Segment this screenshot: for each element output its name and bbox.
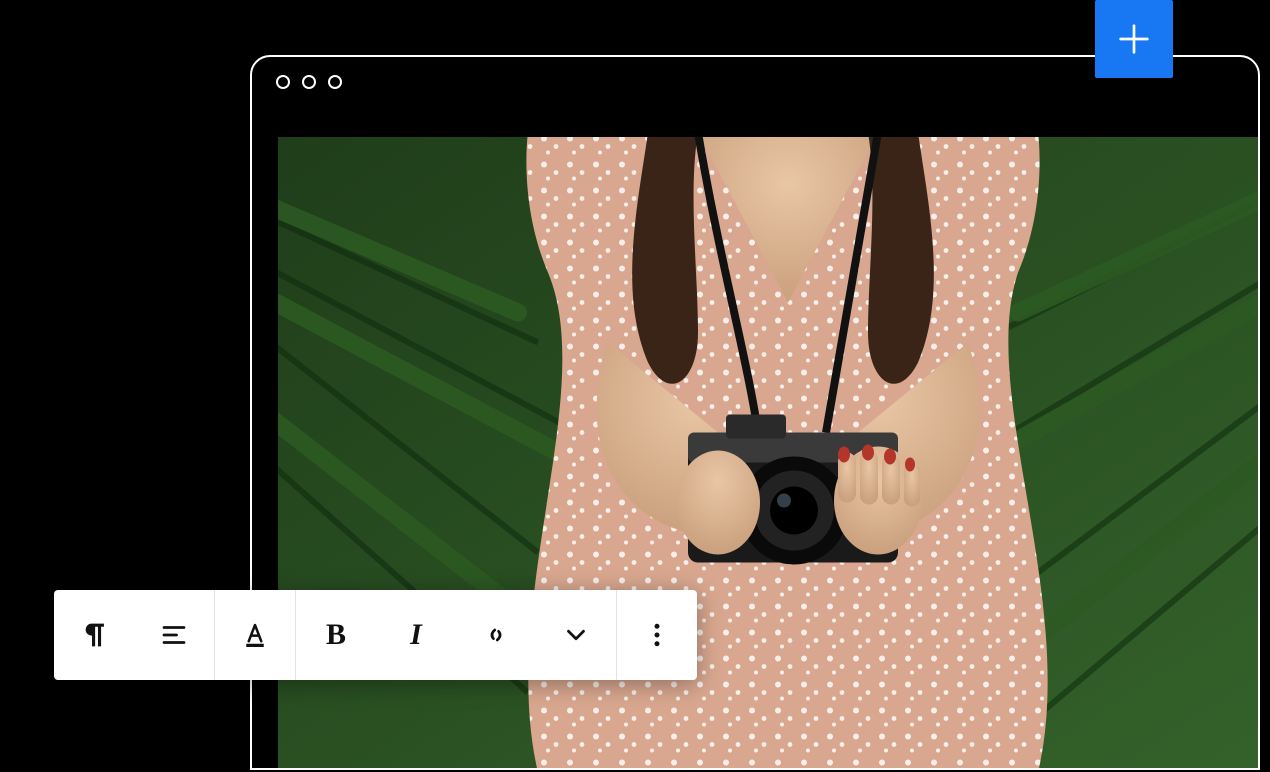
add-block-button[interactable] [1095,0,1173,78]
paragraph-button[interactable] [54,590,134,680]
text-color-icon [240,620,270,650]
align-button[interactable] [134,590,214,680]
traffic-light-zoom-icon[interactable] [328,75,342,89]
toolbar-group-block [54,590,215,680]
chevron-down-icon [561,620,591,650]
traffic-light-close-icon[interactable] [276,75,290,89]
align-left-icon [159,620,189,650]
traffic-light-minimize-icon[interactable] [302,75,316,89]
toolbar-group-inline: B I [296,590,617,680]
pilcrow-icon [77,618,111,652]
more-vertical-icon [642,620,672,650]
italic-button[interactable]: I [376,590,456,680]
more-inline-button[interactable] [536,590,616,680]
italic-icon: I [410,618,422,652]
stage: B I [0,0,1270,772]
formatting-toolbar: B I [54,590,697,680]
toolbar-group-color [215,590,296,680]
more-options-button[interactable] [617,590,697,680]
link-button[interactable] [456,590,536,680]
toolbar-group-more [617,590,697,680]
link-icon [481,620,511,650]
bold-icon: B [326,618,346,652]
text-color-button[interactable] [215,590,295,680]
bold-button[interactable]: B [296,590,376,680]
plus-icon [1114,19,1154,59]
